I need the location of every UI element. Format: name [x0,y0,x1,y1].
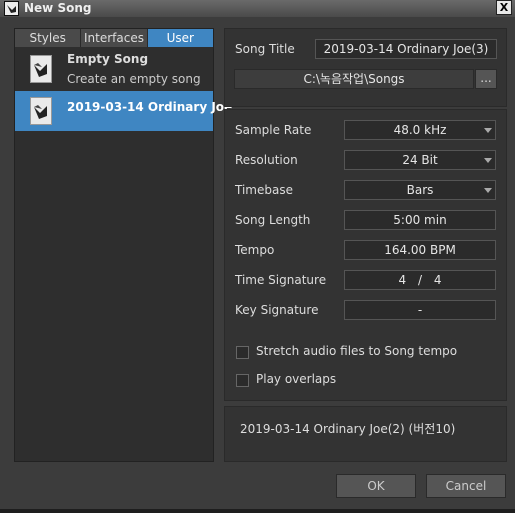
template-browser: Styles Interfaces User Empty Song Create… [14,28,232,462]
resolution-dropdown[interactable]: 24 Bit [344,150,496,170]
play-overlaps-label: Play overlaps [256,372,337,386]
time-signature-denominator[interactable]: 4 [434,273,442,287]
template-tabs: Styles Interfaces User [15,29,213,47]
song-length-input[interactable]: 5:00 min [344,210,496,230]
window-bottom-edge [0,509,515,513]
resolution-value: 24 Bit [402,153,438,167]
tempo-input[interactable]: 164.00 BPM [344,240,496,260]
template-description: Create an empty song [67,72,201,86]
template-info-text: 2019-03-14 Ordinary Joe(2) (버전10) [240,422,456,436]
song-doc-icon [30,97,52,125]
sample-rate-value: 48.0 kHz [393,123,447,137]
chevron-down-icon [484,158,492,163]
stretch-audio-label: Stretch audio files to Song tempo [256,344,458,358]
ok-button[interactable]: OK [336,474,416,498]
timebase-label: Timebase [235,183,293,197]
song-doc-icon [30,55,52,83]
chevron-down-icon [484,188,492,193]
song-title-label: Song Title [235,42,295,56]
app-icon [4,1,19,16]
template-item-ordinary-joe[interactable]: 2019-03-14 Ordinary Joe [15,91,232,131]
tab-interfaces[interactable]: Interfaces [81,29,148,47]
template-name: Empty Song [67,52,149,66]
tab-styles[interactable]: Styles [15,29,82,47]
template-info-panel: 2019-03-14 Ordinary Joe(2) (버전10) [224,406,507,462]
time-signature-input[interactable]: 4 / 4 [344,270,496,290]
song-length-label: Song Length [235,213,311,227]
template-name: 2019-03-14 Ordinary Joe [67,100,233,114]
stretch-audio-checkbox[interactable] [236,346,249,359]
tempo-label: Tempo [235,243,275,257]
close-button[interactable]: X [496,0,512,15]
play-overlaps-checkbox[interactable] [236,374,249,387]
key-signature-label: Key Signature [235,303,319,317]
new-song-dialog: Styles Interfaces User Empty Song Create… [0,17,515,513]
chevron-down-icon [484,128,492,133]
time-signature-numerator[interactable]: 4 [399,273,407,287]
key-signature-input[interactable]: - [344,300,496,320]
cancel-button[interactable]: Cancel [426,474,506,498]
timebase-dropdown[interactable]: Bars [344,180,496,200]
time-signature-separator: / [417,273,423,287]
tab-user[interactable]: User [147,29,213,47]
timebase-value: Bars [406,183,434,197]
time-signature-label: Time Signature [235,273,327,287]
song-title-input[interactable]: 2019-03-14 Ordinary Joe(3) [315,39,497,59]
song-title-panel: Song Title 2019-03-14 Ordinary Joe(3) C:… [224,28,507,107]
resolution-label: Resolution [235,153,298,167]
song-settings-panel: Sample Rate 48.0 kHz Resolution 24 Bit T… [224,109,507,401]
song-path-field[interactable]: C:\녹음작업\Songs [234,69,474,89]
browse-button[interactable]: ... [475,69,497,89]
sample-rate-label: Sample Rate [235,123,312,137]
window-title: New Song [24,1,92,15]
template-item-empty-song[interactable]: Empty Song Create an empty song [15,49,213,89]
title-bar: New Song X [0,0,515,18]
sample-rate-dropdown[interactable]: 48.0 kHz [344,120,496,140]
